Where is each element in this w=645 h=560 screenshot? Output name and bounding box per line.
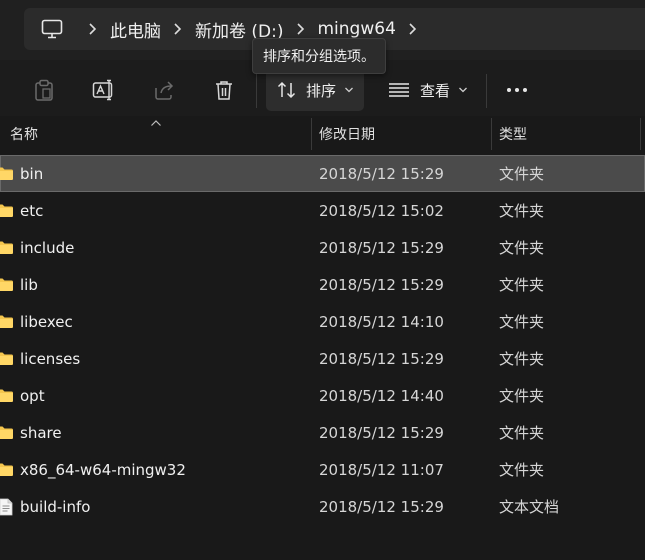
file-date: 2018/5/12 15:29 — [319, 349, 444, 368]
folder-icon — [0, 192, 18, 229]
share-icon[interactable] — [148, 60, 180, 120]
file-name: x86_64-w64-mingw32 — [20, 460, 186, 479]
file-date: 2018/5/12 15:29 — [319, 238, 444, 257]
file-name: bin — [20, 164, 44, 183]
file-row-x86-64-w64-mingw32[interactable]: x86_64-w64-mingw32 2018/5/12 11:07 文件夹 — [0, 451, 645, 488]
column-divider[interactable] — [311, 118, 312, 150]
chevron-down-icon — [458, 86, 468, 94]
file-name: etc — [20, 201, 44, 220]
breadcrumb-item-mingw64[interactable]: mingw64 — [318, 19, 396, 39]
folder-icon — [0, 414, 18, 451]
file-row-opt[interactable]: opt 2018/5/12 14:40 文件夹 — [0, 377, 645, 414]
chevron-down-icon — [344, 86, 354, 94]
column-divider[interactable] — [640, 118, 641, 150]
file-row-share[interactable]: share 2018/5/12 15:29 文件夹 — [0, 414, 645, 451]
file-name: build-info — [20, 497, 91, 516]
toolbar-separator — [486, 74, 487, 108]
folder-icon — [0, 229, 18, 266]
file-date: 2018/5/12 15:29 — [319, 497, 444, 516]
file-type: 文件夹 — [499, 276, 545, 294]
file-type: 文件夹 — [499, 165, 545, 183]
this-pc-icon[interactable] — [28, 19, 76, 39]
view-button[interactable]: 查看 — [380, 69, 472, 111]
more-options-icon[interactable] — [500, 60, 534, 120]
column-header-name[interactable]: 名称 — [10, 116, 38, 152]
folder-icon — [0, 340, 18, 377]
column-divider[interactable] — [491, 118, 492, 150]
chevron-right-icon[interactable] — [161, 22, 195, 36]
file-row-etc[interactable]: etc 2018/5/12 15:02 文件夹 — [0, 192, 645, 229]
sort-tooltip: 排序和分组选项。 — [252, 38, 386, 74]
folder-icon — [0, 303, 18, 340]
file-type: 文件夹 — [499, 350, 545, 368]
sort-ascending-icon — [150, 116, 162, 130]
file-name: lib — [20, 275, 38, 294]
column-header-type[interactable]: 类型 — [499, 116, 527, 152]
text-file-icon — [0, 488, 18, 525]
folder-icon — [0, 377, 18, 414]
column-header: 名称 修改日期 类型 — [0, 116, 645, 152]
sort-button[interactable]: 排序 — [266, 69, 364, 111]
file-row-build-info[interactable]: build-info 2018/5/12 15:29 文本文档 — [0, 488, 645, 525]
file-name: libexec — [20, 312, 73, 331]
column-header-date[interactable]: 修改日期 — [319, 116, 375, 152]
chevron-right-icon[interactable] — [76, 22, 110, 36]
folder-icon — [0, 451, 18, 488]
file-name: include — [20, 238, 75, 257]
file-row-lib[interactable]: lib 2018/5/12 15:29 文件夹 — [0, 266, 645, 303]
file-date: 2018/5/12 15:29 — [319, 164, 444, 183]
delete-icon[interactable] — [208, 60, 240, 120]
file-list: bin 2018/5/12 15:29 文件夹 etc 2018/5/12 15… — [0, 155, 645, 525]
file-type: 文件夹 — [499, 461, 545, 479]
view-icon — [388, 82, 410, 98]
file-type: 文件夹 — [499, 313, 545, 331]
file-row-include[interactable]: include 2018/5/12 15:29 文件夹 — [0, 229, 645, 266]
folder-icon — [0, 155, 18, 192]
file-date: 2018/5/12 15:29 — [319, 275, 444, 294]
rename-icon[interactable] — [88, 60, 120, 120]
file-date: 2018/5/12 11:07 — [319, 460, 444, 479]
file-date: 2018/5/12 15:29 — [319, 423, 444, 442]
file-type: 文本文档 — [499, 498, 560, 516]
file-date: 2018/5/12 14:40 — [319, 386, 444, 405]
file-name: share — [20, 423, 62, 442]
paste-icon[interactable] — [28, 60, 60, 120]
toolbar-separator — [256, 74, 257, 108]
chevron-right-icon[interactable] — [284, 22, 318, 36]
view-button-label: 查看 — [420, 81, 451, 100]
chevron-right-icon[interactable] — [396, 22, 430, 36]
file-row-libexec[interactable]: libexec 2018/5/12 14:10 文件夹 — [0, 303, 645, 340]
folder-icon — [0, 266, 18, 303]
file-name: opt — [20, 386, 45, 405]
file-type: 文件夹 — [499, 424, 545, 442]
file-date: 2018/5/12 14:10 — [319, 312, 444, 331]
sort-button-label: 排序 — [306, 81, 337, 100]
file-name: licenses — [20, 349, 81, 368]
file-type: 文件夹 — [499, 202, 545, 220]
file-date: 2018/5/12 15:02 — [319, 201, 444, 220]
file-type: 文件夹 — [499, 239, 545, 257]
file-row-licenses[interactable]: licenses 2018/5/12 15:29 文件夹 — [0, 340, 645, 377]
breadcrumb-item-this-pc[interactable]: 此电脑 — [110, 17, 161, 42]
file-type: 文件夹 — [499, 387, 545, 405]
sort-icon — [276, 80, 298, 100]
file-row-bin[interactable]: bin 2018/5/12 15:29 文件夹 — [0, 155, 645, 192]
